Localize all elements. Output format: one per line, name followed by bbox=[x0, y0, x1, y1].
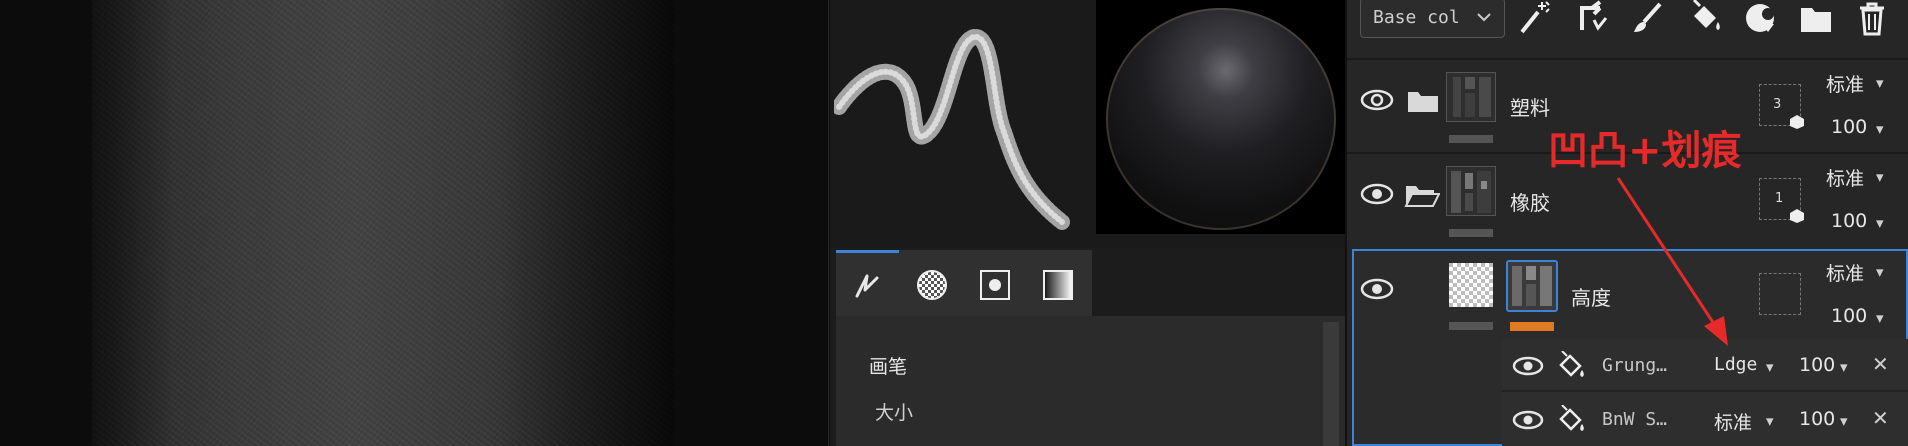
mask-count: 3 bbox=[1773, 97, 1782, 112]
magic-wand-icon bbox=[1520, 1, 1550, 34]
opacity-value[interactable]: 100 bbox=[1831, 210, 1867, 232]
cube-icon bbox=[1790, 115, 1804, 129]
opacity-value[interactable]: 100 bbox=[1831, 116, 1867, 138]
chevron-down-icon[interactable]: ▾ bbox=[1766, 358, 1774, 376]
blend-mode-select[interactable]: 标准 bbox=[1826, 164, 1864, 191]
layer-thumbnail bbox=[1446, 166, 1496, 216]
add-filter-button[interactable] bbox=[1572, 0, 1612, 36]
refresh-filter-icon bbox=[1580, 0, 1608, 31]
fill-bucket-icon bbox=[1559, 351, 1584, 377]
tab-brush[interactable] bbox=[836, 253, 899, 316]
mask-count: 1 bbox=[1775, 191, 1784, 206]
annotation-label: 凹凸+划痕 bbox=[1548, 128, 1742, 174]
add-mask-button[interactable] bbox=[1742, 0, 1782, 36]
chevron-down-icon[interactable]: ▾ bbox=[1876, 168, 1884, 186]
mask-icon bbox=[1746, 4, 1774, 32]
eye-icon[interactable] bbox=[1512, 409, 1544, 431]
layer-thumbnail-selected[interactable] bbox=[1506, 260, 1558, 312]
blend-mode-select[interactable]: 标准 bbox=[1826, 70, 1864, 97]
tab-material[interactable] bbox=[1026, 253, 1089, 316]
add-paint-layer-button[interactable] bbox=[1628, 0, 1668, 36]
folder-closed-icon bbox=[1408, 92, 1438, 112]
chevron-down-icon[interactable]: ▾ bbox=[1840, 358, 1848, 376]
brush-stroke-icon bbox=[855, 274, 878, 297]
channel-select[interactable]: Base col bbox=[1360, 0, 1505, 38]
chevron-down-icon[interactable]: ▾ bbox=[1876, 214, 1884, 232]
chevron-down-icon[interactable]: ▾ bbox=[1876, 120, 1884, 138]
brush-stroke-preview bbox=[834, 29, 1070, 230]
3d-viewport[interactable] bbox=[0, 0, 828, 446]
size-label: 大小 bbox=[875, 402, 914, 424]
chevron-down-icon[interactable]: ▾ bbox=[1876, 263, 1884, 281]
brush-settings-scrollbar[interactable] bbox=[1323, 322, 1339, 446]
trash-icon bbox=[1860, 2, 1884, 36]
chevron-down-icon[interactable]: ▾ bbox=[1766, 412, 1774, 430]
layer-color-tag bbox=[1449, 322, 1493, 330]
stencil-icon bbox=[979, 269, 1010, 300]
channel-select-value: Base col bbox=[1373, 7, 1460, 28]
layer-thumbnail bbox=[1446, 72, 1496, 122]
layer-color-tag bbox=[1449, 229, 1493, 237]
chevron-down-icon[interactable]: ▾ bbox=[1876, 74, 1884, 92]
eye-icon[interactable] bbox=[1360, 182, 1394, 206]
brush-settings bbox=[836, 316, 1345, 446]
effect-blend-select[interactable]: Ldge bbox=[1714, 354, 1757, 375]
effect-opacity[interactable]: 100 bbox=[1799, 408, 1835, 430]
tab-stencil[interactable] bbox=[963, 253, 1026, 316]
brush-section-title: 画笔 bbox=[869, 356, 908, 378]
paint-bucket-icon bbox=[1692, 0, 1720, 30]
layer-color-tag-orange bbox=[1510, 322, 1554, 331]
tab-alpha[interactable] bbox=[900, 253, 963, 316]
layer-name: 塑料 bbox=[1510, 96, 1550, 120]
folder-open-icon bbox=[1404, 186, 1440, 207]
eye-icon[interactable] bbox=[1360, 88, 1394, 112]
chevron-down-icon bbox=[1476, 5, 1492, 34]
material-sphere bbox=[1106, 8, 1336, 230]
mask-slot[interactable] bbox=[1759, 273, 1801, 315]
folder-icon bbox=[1801, 8, 1831, 32]
delete-layer-button[interactable] bbox=[1852, 0, 1892, 36]
effect-name: Grung… bbox=[1602, 355, 1668, 376]
effect-opacity[interactable]: 100 bbox=[1799, 354, 1835, 376]
annotation-arrow bbox=[1616, 177, 1728, 346]
remove-effect-button[interactable]: ✕ bbox=[1872, 352, 1889, 376]
eye-icon[interactable] bbox=[1360, 277, 1394, 301]
layer-name: 橡胶 bbox=[1510, 191, 1550, 215]
eye-icon[interactable] bbox=[1512, 355, 1544, 377]
chevron-down-icon[interactable]: ▾ bbox=[1876, 309, 1884, 327]
chevron-down-icon[interactable]: ▾ bbox=[1840, 412, 1848, 430]
rubber-cylinder-model bbox=[92, 0, 674, 446]
layer-mask-thumbnail bbox=[1449, 263, 1493, 307]
add-effect-button[interactable] bbox=[1514, 0, 1554, 36]
remove-effect-button[interactable]: ✕ bbox=[1872, 406, 1889, 430]
brush-icon bbox=[1634, 2, 1662, 32]
checker-icon bbox=[916, 269, 947, 300]
blend-mode-select[interactable]: 标准 bbox=[1826, 259, 1864, 286]
layer-color-tag bbox=[1449, 135, 1493, 143]
add-fill-layer-button[interactable] bbox=[1686, 0, 1726, 36]
gradient-square-icon bbox=[1042, 269, 1073, 300]
effect-blend-select[interactable]: 标准 bbox=[1714, 408, 1752, 435]
cube-icon bbox=[1790, 209, 1804, 223]
opacity-value[interactable]: 100 bbox=[1831, 305, 1867, 327]
panel-divider[interactable] bbox=[828, 0, 829, 446]
add-folder-button[interactable] bbox=[1796, 0, 1836, 36]
fill-bucket-icon bbox=[1559, 405, 1584, 431]
effect-name: BnW S… bbox=[1602, 409, 1668, 430]
